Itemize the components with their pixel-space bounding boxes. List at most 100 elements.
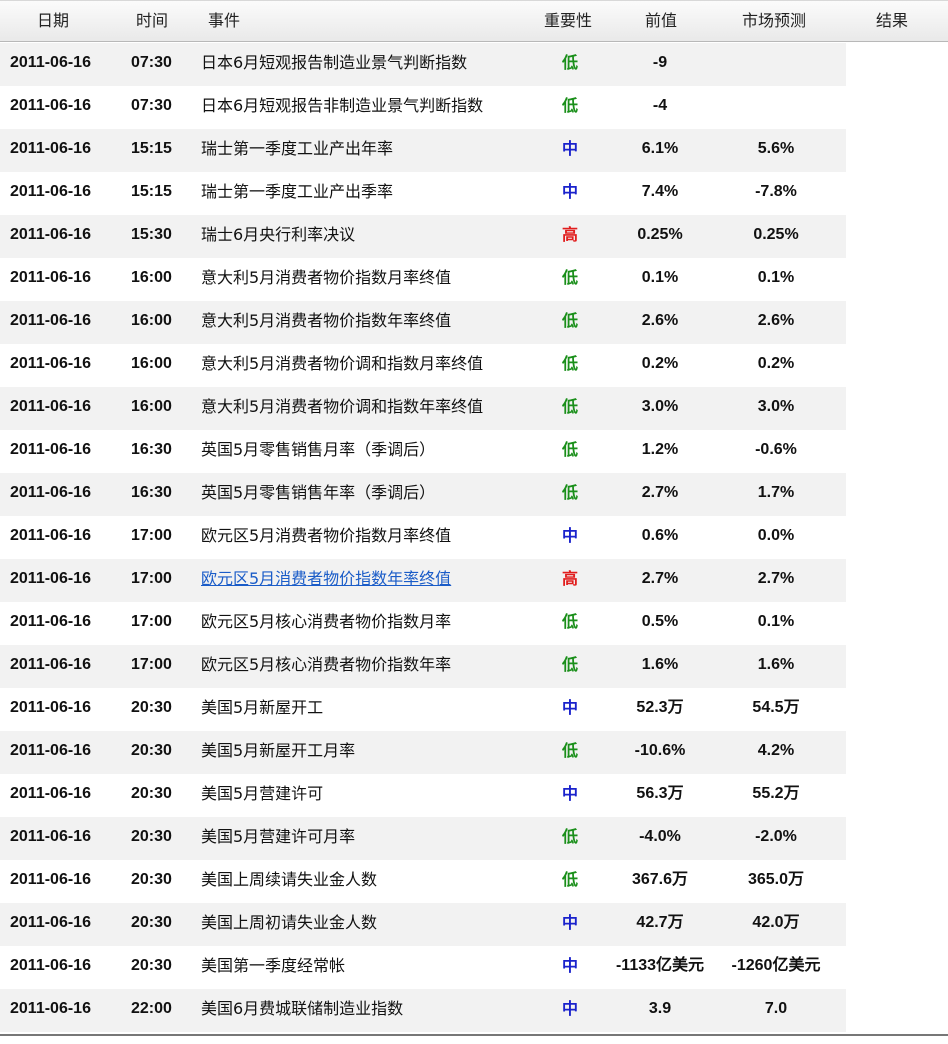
table-row: 2011-06-16 16:00 意大利5月消费者物价指数月率终值 低 0.1% 0.1%	[0, 258, 846, 301]
importance-badge: 中	[561, 182, 578, 201]
table-row: 2011-06-16 17:00 欧元区5月核心消费者物价指数年率 低 1.6% 1.6%	[0, 645, 846, 688]
row-previous: 2.6%	[641, 312, 679, 329]
row-date: 2011-06-16	[10, 226, 91, 243]
row-event: 美国上周初请失业金人数	[201, 913, 378, 932]
row-event: 美国5月营建许可	[201, 784, 324, 803]
row-time: 16:30	[131, 484, 172, 501]
row-event: 英国5月零售销售年率（季调后）	[201, 483, 436, 502]
row-forecast: 0.1%	[757, 269, 795, 286]
row-time: 16:00	[131, 312, 172, 329]
row-time: 20:30	[131, 871, 172, 888]
importance-badge: 中	[561, 956, 578, 975]
row-date: 2011-06-16	[10, 570, 91, 587]
table-row: 2011-06-16 20:30 美国5月营建许可月率 低 -4.0% -2.0%	[0, 817, 846, 860]
row-date: 2011-06-16	[10, 742, 91, 759]
row-date: 2011-06-16	[10, 527, 91, 544]
row-forecast: 0.0%	[757, 527, 795, 544]
row-previous: 6.1%	[641, 140, 679, 157]
table-row: 2011-06-16 15:15 瑞士第一季度工业产出年率 中 6.1% 5.6%	[0, 129, 846, 172]
row-event: 美国5月营建许可月率	[201, 827, 356, 846]
row-previous: -4.0%	[639, 828, 681, 845]
row-date: 2011-06-16	[10, 914, 91, 931]
importance-badge: 低	[561, 483, 578, 502]
row-date: 2011-06-16	[10, 699, 91, 716]
row-previous: -1133亿美元	[615, 957, 705, 974]
table-row: 2011-06-16 15:30 瑞士6月央行利率决议 高 0.25% 0.25%	[0, 215, 846, 258]
bottom-divider	[0, 1034, 948, 1036]
row-time: 22:00	[131, 1000, 172, 1017]
table-header: 日期 时间 事件 重要性 前值 市场预测 结果	[0, 0, 948, 42]
table-row: 2011-06-16 15:15 瑞士第一季度工业产出季率 中 7.4% -7.8%	[0, 172, 846, 215]
row-date: 2011-06-16	[10, 785, 91, 802]
row-date: 2011-06-16	[10, 54, 91, 71]
row-forecast: 3.0%	[757, 398, 795, 415]
row-date: 2011-06-16	[10, 97, 91, 114]
row-forecast: 55.2万	[752, 785, 800, 802]
row-event: 意大利5月消费者物价指数月率终值	[201, 268, 452, 287]
header-time[interactable]: 时间	[136, 1, 168, 41]
header-forecast[interactable]: 市场预测	[742, 1, 806, 41]
header-event[interactable]: 事件	[208, 1, 240, 41]
row-time: 15:30	[131, 226, 172, 243]
row-event: 美国5月新屋开工	[201, 698, 324, 717]
row-time: 15:15	[131, 140, 172, 157]
importance-badge: 中	[561, 913, 578, 932]
row-event: 欧元区5月消费者物价指数月率终值	[201, 526, 452, 545]
importance-badge: 低	[561, 397, 578, 416]
row-forecast: 2.6%	[757, 312, 795, 329]
table-row: 2011-06-16 17:00 欧元区5月消费者物价指数月率终值 中 0.6% 0.0%	[0, 516, 846, 559]
row-time: 20:30	[131, 699, 172, 716]
importance-badge: 低	[561, 741, 578, 760]
header-previous[interactable]: 前值	[645, 1, 677, 41]
row-date: 2011-06-16	[10, 957, 91, 974]
row-date: 2011-06-16	[10, 140, 91, 157]
event-link[interactable]: 欧元区5月消费者物价指数年率终值	[201, 559, 531, 599]
row-event: 日本6月短观报告非制造业景气判断指数	[201, 96, 484, 115]
row-forecast: 0.25%	[753, 226, 799, 243]
row-event: 美国6月费城联储制造业指数	[201, 999, 404, 1018]
row-time: 20:30	[131, 785, 172, 802]
row-date: 2011-06-16	[10, 828, 91, 845]
row-event: 意大利5月消费者物价调和指数月率终值	[201, 354, 484, 373]
row-previous: 3.0%	[641, 398, 679, 415]
table-row: 2011-06-16 20:30 美国5月营建许可 中 56.3万 55.2万	[0, 774, 846, 817]
importance-badge: 中	[561, 999, 578, 1018]
row-time: 16:00	[131, 269, 172, 286]
row-event: 瑞士第一季度工业产出季率	[201, 182, 394, 201]
row-time: 17:00	[131, 613, 172, 630]
row-date: 2011-06-16	[10, 1000, 91, 1017]
row-previous: 0.2%	[641, 355, 679, 372]
table-row: 2011-06-16 17:00 欧元区5月核心消费者物价指数月率 低 0.5% 0.1%	[0, 602, 846, 645]
row-date: 2011-06-16	[10, 312, 91, 329]
row-forecast: 0.2%	[757, 355, 795, 372]
row-previous: 2.7%	[641, 570, 679, 587]
row-forecast: -7.8%	[755, 183, 797, 200]
table-row: 2011-06-16 16:30 英国5月零售销售年率（季调后） 低 2.7% 1.7%	[0, 473, 846, 516]
importance-badge: 低	[561, 53, 578, 72]
table-row: 2011-06-16 07:30 日本6月短观报告非制造业景气判断指数 低 -4	[0, 86, 846, 129]
row-forecast: 2.7%	[757, 570, 795, 587]
row-time: 17:00	[131, 570, 172, 587]
row-event: 瑞士第一季度工业产出年率	[201, 139, 394, 158]
header-result[interactable]: 结果	[876, 1, 908, 41]
importance-badge: 低	[561, 655, 578, 674]
row-previous: 367.6万	[631, 871, 689, 888]
importance-badge: 低	[561, 354, 578, 373]
row-event: 意大利5月消费者物价调和指数年率终值	[201, 397, 484, 416]
row-time: 17:00	[131, 527, 172, 544]
row-event: 美国第一季度经常帐	[201, 956, 346, 975]
importance-badge: 低	[561, 311, 578, 330]
header-importance[interactable]: 重要性	[544, 1, 592, 41]
row-event: 意大利5月消费者物价指数年率终值	[201, 311, 452, 330]
row-time: 07:30	[131, 97, 172, 114]
importance-badge: 低	[561, 827, 578, 846]
row-previous: 56.3万	[636, 785, 684, 802]
header-date[interactable]: 日期	[37, 1, 69, 41]
row-previous: 52.3万	[636, 699, 684, 716]
table-row: 2011-06-16 22:00 美国6月费城联储制造业指数 中 3.9 7.0	[0, 989, 846, 1032]
row-date: 2011-06-16	[10, 269, 91, 286]
importance-badge: 低	[561, 870, 578, 889]
result-column-area	[846, 43, 948, 1026]
row-forecast: 7.0	[764, 1000, 788, 1017]
row-previous: 2.7%	[641, 484, 679, 501]
